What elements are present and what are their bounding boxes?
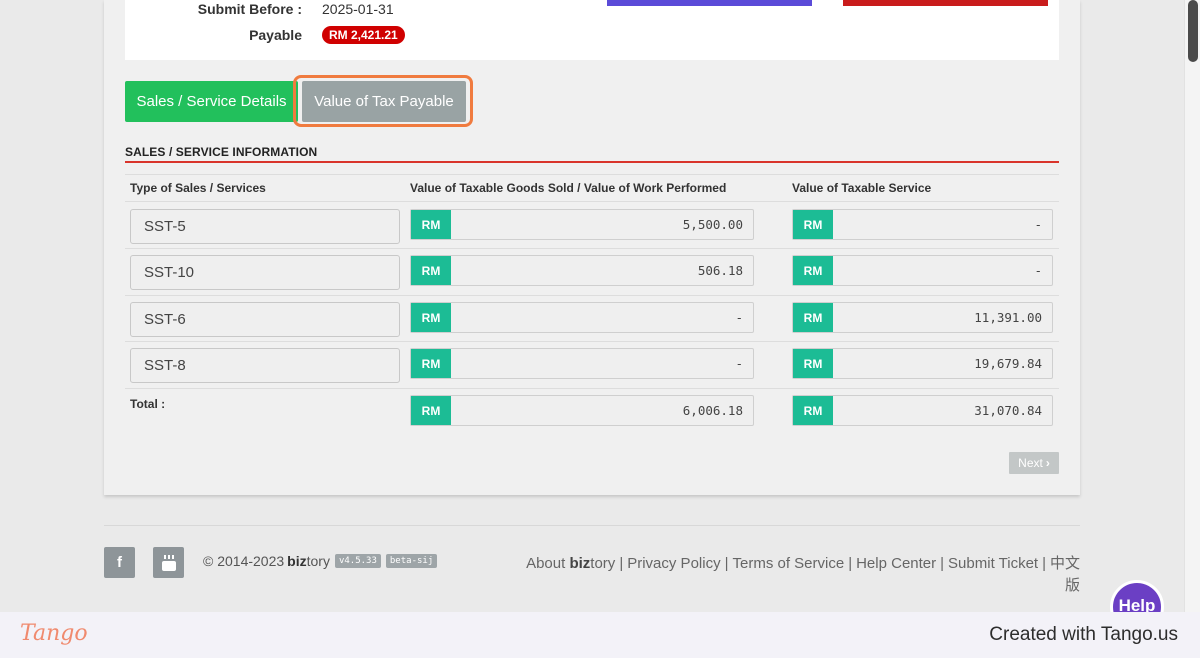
next-button[interactable]: Next › (1009, 452, 1059, 474)
currency-addon: RM (793, 210, 833, 239)
footer-divider (104, 525, 1080, 526)
youtube-icon[interactable] (153, 547, 184, 578)
currency-addon: RM (793, 349, 833, 378)
goods-value-field[interactable]: RM - (410, 302, 754, 333)
currency-addon: RM (411, 256, 451, 285)
type-field[interactable]: SST-8 (130, 348, 400, 383)
currency-addon: RM (793, 303, 833, 332)
tango-credit: Created with Tango.us (989, 624, 1178, 645)
total-goods-field: RM 6,006.18 (410, 395, 754, 426)
about-link[interactable]: About biztory (526, 555, 615, 572)
table-divider (125, 201, 1059, 202)
type-field[interactable]: SST-10 (130, 255, 400, 290)
chinese-link[interactable]: 中文版 (1050, 555, 1080, 594)
tab-value-of-tax-payable[interactable]: Value of Tax Payable (302, 81, 466, 122)
currency-addon: RM (793, 396, 833, 425)
goods-value-field[interactable]: RM 506.18 (410, 255, 754, 286)
col-header-service: Value of Taxable Service (792, 181, 932, 195)
red-action-button[interactable] (843, 0, 1048, 6)
service-value-field[interactable]: RM 19,679.84 (792, 348, 1053, 379)
total-goods-amount: 6,006.18 (682, 403, 743, 418)
copyright-text: © 2014-2023 (203, 553, 285, 569)
submit-before-value: 2025-01-31 (322, 1, 394, 17)
version-badge: v4.5.33 (334, 554, 381, 568)
facebook-icon[interactable]: f (104, 547, 135, 578)
scrollbar-thumb[interactable] (1188, 0, 1198, 62)
total-service-field: RM 31,070.84 (792, 395, 1053, 426)
tab-sales-service-details[interactable]: Sales / Service Details (125, 81, 298, 122)
payable-label: Payable (249, 27, 302, 43)
section-title: SALES / SERVICE INFORMATION (125, 145, 318, 159)
next-label: Next (1018, 456, 1043, 470)
currency-addon: RM (411, 396, 451, 425)
terms-link[interactable]: Terms of Service (732, 555, 844, 572)
goods-value-field[interactable]: RM 5,500.00 (410, 209, 754, 240)
type-field[interactable]: SST-6 (130, 302, 400, 337)
page-scrollbar[interactable] (1184, 0, 1200, 612)
summary-panel: Submit Before : 2025-01-31 Payable RM 2,… (125, 0, 1059, 60)
currency-addon: RM (411, 303, 451, 332)
goods-amount: 506.18 (697, 263, 743, 278)
table-divider (125, 248, 1059, 249)
goods-amount: - (735, 310, 743, 325)
total-label: Total : (130, 397, 166, 411)
table-divider (125, 341, 1059, 342)
goods-amount: 5,500.00 (682, 217, 743, 232)
service-amount: 11,391.00 (974, 310, 1042, 325)
payable-badge: RM 2,421.21 (322, 26, 405, 44)
col-header-goods: Value of Taxable Goods Sold / Value of W… (410, 181, 727, 195)
tango-logo: Tango (20, 621, 88, 646)
type-field[interactable]: SST-5 (130, 209, 400, 244)
privacy-link[interactable]: Privacy Policy (627, 555, 720, 572)
col-header-type: Type of Sales / Services (130, 181, 266, 195)
currency-addon: RM (793, 256, 833, 285)
service-value-field[interactable]: RM - (792, 255, 1053, 286)
table-divider (125, 388, 1059, 389)
footer-links: About biztory | Privacy Policy | Terms of Se… (526, 555, 1080, 594)
currency-addon: RM (411, 349, 451, 378)
copyright: © 2014-2023 biztory v4.5.33 beta-sij (203, 553, 438, 569)
tango-footer: Tango Created with Tango.us (0, 612, 1200, 658)
submit-before-label: Submit Before : (197, 1, 302, 17)
table-divider (125, 174, 1059, 175)
service-amount: - (1034, 263, 1042, 278)
brand-name: biztory (287, 553, 330, 569)
currency-addon: RM (411, 210, 451, 239)
service-amount: 19,679.84 (974, 356, 1042, 371)
total-service-amount: 31,070.84 (974, 403, 1042, 418)
submit-ticket-link[interactable]: Submit Ticket (948, 555, 1038, 572)
purple-action-button[interactable] (607, 0, 812, 6)
service-value-field[interactable]: RM 11,391.00 (792, 302, 1053, 333)
goods-amount: - (735, 356, 743, 371)
section-divider (125, 161, 1059, 163)
table-divider (125, 295, 1059, 296)
build-tag-badge: beta-sij (385, 554, 438, 568)
service-value-field[interactable]: RM - (792, 209, 1053, 240)
service-amount: - (1034, 217, 1042, 232)
chevron-right-icon: › (1045, 456, 1050, 470)
goods-value-field[interactable]: RM - (410, 348, 754, 379)
help-center-link[interactable]: Help Center (856, 555, 936, 572)
